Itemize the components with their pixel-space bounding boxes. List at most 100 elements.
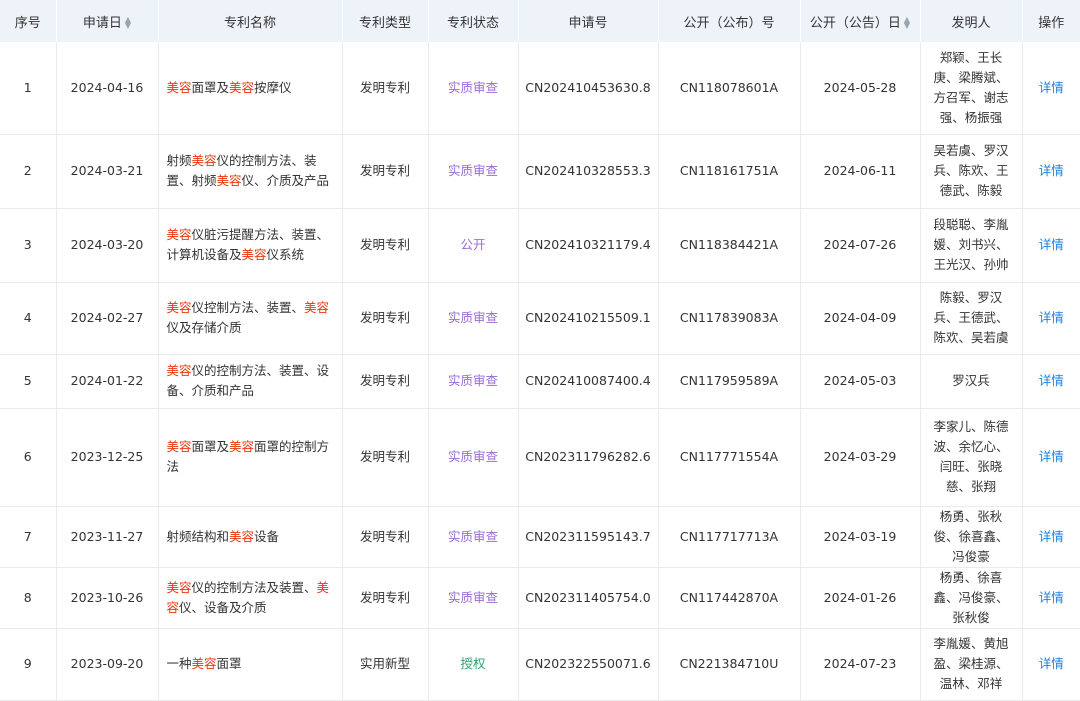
cell-status: 实质审查: [428, 354, 519, 409]
cell-seq: 7: [0, 506, 57, 568]
detail-link[interactable]: 详情: [1022, 282, 1080, 355]
cell-inventor: 陈毅、罗汉兵、王德武、陈欢、吴若虞: [920, 282, 1023, 355]
table-row: 2 2024-03-21 射频美容仪的控制方法、装置、射频美容仪、介质及产品 发明专利…: [0, 134, 1080, 209]
cell-pub-date: 2024-03-19: [800, 506, 921, 568]
cell-status: 实质审查: [428, 42, 519, 135]
table-body: 1 2024-04-16 美容面罩及美容按摩仪 发明专利 实质审查 CN202410453…: [0, 42, 1080, 701]
cell-seq: 9: [0, 628, 57, 701]
cell-pub-date: 2024-07-26: [800, 208, 921, 283]
cell-apply-no: CN202311595143.7: [518, 506, 659, 568]
header-apply-date-label: 申请日: [82, 15, 122, 31]
cell-seq: 1: [0, 42, 57, 135]
cell-pub-date: 2024-01-26: [800, 567, 921, 629]
cell-seq: 8: [0, 567, 57, 629]
detail-link[interactable]: 详情: [1022, 408, 1080, 507]
cell-apply-no: CN202410453630.8: [518, 42, 659, 135]
cell-seq: 3: [0, 208, 57, 283]
detail-link[interactable]: 详情: [1022, 354, 1080, 409]
cell-seq: 5: [0, 354, 57, 409]
cell-status: 授权: [428, 628, 519, 701]
cell-pub-no: CN117839083A: [658, 282, 801, 355]
cell-type: 实用新型: [342, 628, 429, 701]
name-text: 仪及存储介质: [166, 320, 242, 335]
cell-pub-no: CN117442870A: [658, 567, 801, 629]
name-text: 面罩及: [191, 79, 230, 95]
cell-apply-date: 2023-12-25: [56, 408, 159, 507]
table-header: 序号 申请日 ▲ ▼ 专利名称 专利类型 专利状态 申请号 公开（公布）号 公开（公…: [0, 0, 1080, 42]
header-inventor: 发明人: [920, 0, 1023, 42]
detail-link[interactable]: 详情: [1022, 506, 1080, 568]
name-text: 仪系统: [266, 247, 305, 262]
cell-apply-no: CN202311405754.0: [518, 567, 659, 629]
cell-pub-no: CN117717713A: [658, 506, 801, 568]
keyword-highlight: 美容: [216, 173, 242, 188]
cell-inventor: 罗汉兵: [920, 354, 1023, 409]
header-pub-no: 公开（公布）号: [658, 0, 801, 42]
name-text: 仪控制方法、装置、: [191, 300, 305, 315]
keyword-highlight: 美容: [229, 439, 255, 454]
detail-link[interactable]: 详情: [1022, 628, 1080, 701]
header-pub-date-label: 公开（公告）日: [809, 15, 901, 31]
cell-apply-no: CN202410321179.4: [518, 208, 659, 283]
keyword-highlight: 美容: [229, 79, 255, 95]
cell-type: 发明专利: [342, 208, 429, 283]
cell-name: 射频美容仪的控制方法、装置、射频美容仪、介质及产品: [158, 134, 343, 209]
cell-apply-no: CN202322550071.6: [518, 628, 659, 701]
cell-inventor: 郑颖、王长庚、梁腾斌、方召军、谢志强、杨振强: [920, 42, 1023, 135]
keyword-highlight: 美容: [229, 528, 255, 544]
cell-pub-date: 2024-05-28: [800, 42, 921, 135]
cell-apply-no: CN202410215509.1: [518, 282, 659, 355]
cell-pub-no: CN118384421A: [658, 208, 801, 283]
cell-apply-date: 2023-11-27: [56, 506, 159, 568]
detail-link[interactable]: 详情: [1022, 208, 1080, 283]
cell-apply-date: 2024-03-21: [56, 134, 159, 209]
table-row: 3 2024-03-20 美容仪脏污提醒方法、装置、计算机设备及美容仪系统 发明专利公…: [0, 208, 1080, 283]
cell-type: 发明专利: [342, 506, 429, 568]
header-action: 操作: [1022, 0, 1080, 42]
cell-pub-date: 2024-05-03: [800, 354, 921, 409]
header-name: 专利名称: [158, 0, 343, 42]
name-text: 按摩仪: [254, 79, 292, 95]
cell-pub-no: CN221384710U: [658, 628, 801, 701]
cell-status: 公开: [428, 208, 519, 283]
cell-name: 美容仪的控制方法及装置、美容仪、设备及介质: [158, 567, 343, 629]
sort-icon[interactable]: ▲ ▼: [904, 16, 910, 30]
name-text: 仪的控制方法、装置、设备、介质和产品: [166, 363, 330, 398]
name-text: 仪的控制方法及装置、: [191, 579, 317, 595]
cell-apply-date: 2024-01-22: [56, 354, 159, 409]
cell-seq: 6: [0, 408, 57, 507]
keyword-highlight: 美容: [191, 153, 217, 168]
keyword-highlight: 美容: [166, 227, 192, 242]
header-type: 专利类型: [342, 0, 429, 42]
keyword-highlight: 美容: [166, 439, 192, 454]
name-text: 仪、设备及介质: [179, 599, 267, 615]
cell-pub-no: CN118161751A: [658, 134, 801, 209]
table-row: 8 2023-10-26 美容仪的控制方法及装置、美容仪、设备及介质 发明专利 实质审查…: [0, 567, 1080, 629]
cell-pub-date: 2024-03-29: [800, 408, 921, 507]
name-text: 设备: [254, 528, 280, 544]
cell-apply-no: CN202311796282.6: [518, 408, 659, 507]
header-apply-date[interactable]: 申请日 ▲ ▼: [56, 0, 159, 42]
cell-type: 发明专利: [342, 42, 429, 135]
cell-pub-date: 2024-07-23: [800, 628, 921, 701]
cell-name: 美容面罩及美容按摩仪: [158, 42, 343, 135]
header-apply-no: 申请号: [518, 0, 659, 42]
sort-icon[interactable]: ▲ ▼: [125, 16, 131, 30]
cell-name: 美容面罩及美容面罩的控制方法: [158, 408, 343, 507]
cell-inventor: 杨勇、徐喜鑫、冯俊豪、张秋俊: [920, 567, 1023, 629]
cell-inventor: 李家儿、陈德波、余忆心、闫旺、张晓慈、张翔: [920, 408, 1023, 507]
cell-type: 发明专利: [342, 282, 429, 355]
cell-status: 实质审查: [428, 567, 519, 629]
table-row: 6 2023-12-25 美容面罩及美容面罩的控制方法 发明专利 实质审查 CN20231…: [0, 408, 1080, 507]
patent-table: 序号 申请日 ▲ ▼ 专利名称 专利类型 专利状态 申请号 公开（公布）号 公开（公…: [0, 0, 1080, 701]
name-text: 仪、介质及产品: [241, 173, 330, 188]
header-pub-date[interactable]: 公开（公告）日 ▲ ▼: [800, 0, 921, 42]
cell-pub-date: 2024-04-09: [800, 282, 921, 355]
detail-link[interactable]: 详情: [1022, 567, 1080, 629]
header-status: 专利状态: [428, 0, 519, 42]
keyword-highlight: 美容: [166, 363, 192, 378]
cell-apply-date: 2024-02-27: [56, 282, 159, 355]
detail-link[interactable]: 详情: [1022, 42, 1080, 135]
name-text: 面罩及: [191, 439, 230, 454]
detail-link[interactable]: 详情: [1022, 134, 1080, 209]
